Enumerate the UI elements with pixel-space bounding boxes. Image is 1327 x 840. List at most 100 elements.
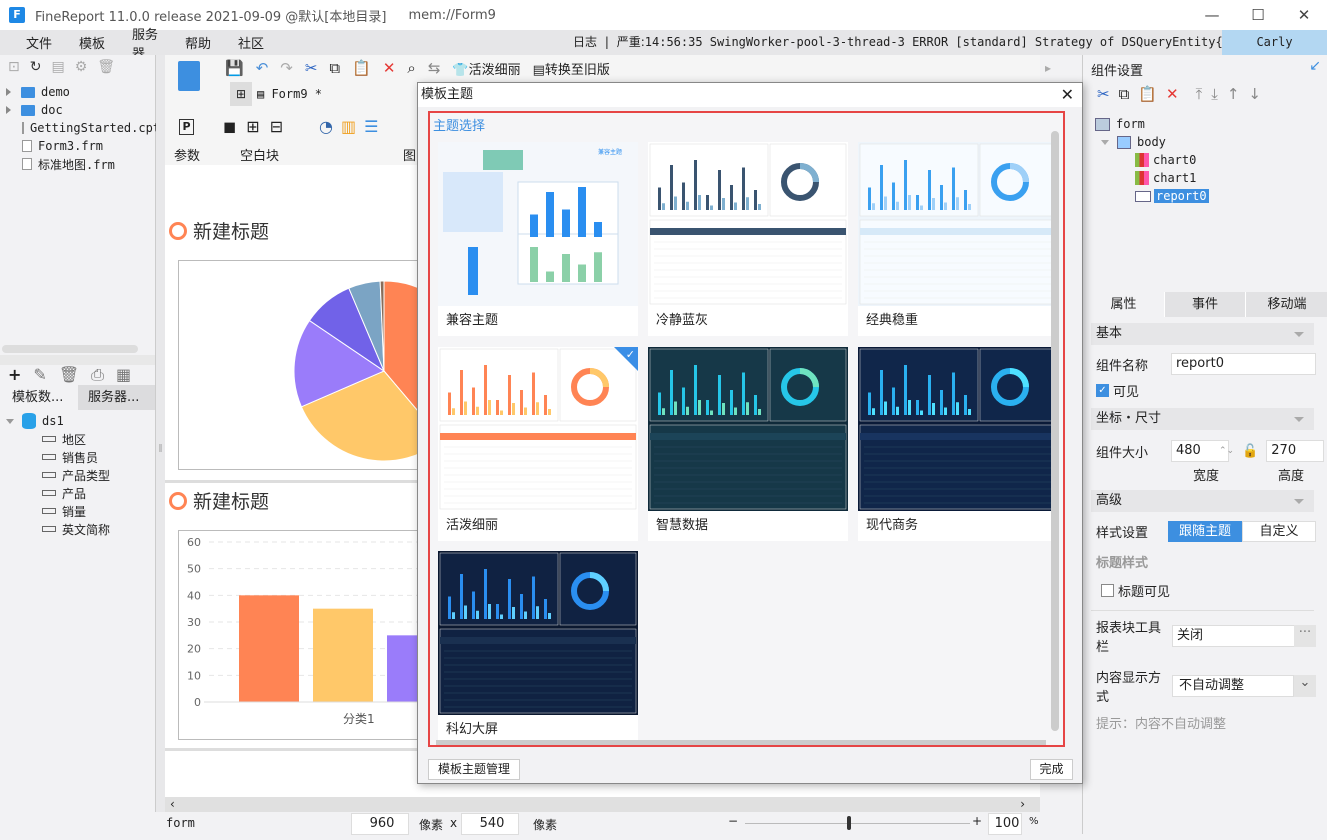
- dataset-settings-icon[interactable]: ▦: [116, 365, 143, 384]
- bar-chart-icon[interactable]: ▥: [341, 117, 364, 136]
- menu-template[interactable]: 模板: [53, 33, 106, 52]
- style-custom-button[interactable]: 自定义: [1242, 521, 1316, 542]
- tab-properties[interactable]: 属性: [1083, 292, 1164, 317]
- manage-themes-button[interactable]: 模板主题管理: [428, 759, 520, 780]
- preview-icon[interactable]: ⎙: [91, 365, 116, 384]
- copy-icon[interactable]: ⧉: [329, 59, 340, 77]
- maximize-button[interactable]: ☐: [1235, 0, 1281, 30]
- delete-icon[interactable]: ✕: [1166, 85, 1179, 103]
- theme-card[interactable]: 兼容主题 兼容主题: [438, 142, 638, 336]
- tab-server-data[interactable]: 服务器...: [78, 385, 155, 410]
- undo-icon[interactable]: ↶: [256, 59, 269, 77]
- lock-icon[interactable]: 🔓: [1242, 444, 1258, 459]
- tree-folder-demo[interactable]: demo: [0, 83, 155, 101]
- tree-node-form[interactable]: form: [1095, 115, 1209, 133]
- scroll-right-icon[interactable]: ›: [1020, 797, 1025, 811]
- delete-icon[interactable]: 🗑: [59, 365, 91, 384]
- chart0-pie[interactable]: [178, 260, 438, 470]
- title-visible-checkbox[interactable]: [1101, 584, 1114, 597]
- toolbar-more-button[interactable]: ···: [1294, 625, 1316, 647]
- tab-form9[interactable]: ▤ Form9 *: [257, 87, 322, 101]
- theme-card[interactable]: 经典稳重: [858, 142, 1058, 336]
- copy-icon[interactable]: ⧉: [1119, 85, 1130, 103]
- canvas-height-input[interactable]: 540: [461, 813, 519, 835]
- move-up-icon[interactable]: ↑: [1227, 85, 1240, 103]
- close-window-button[interactable]: ✕: [1281, 0, 1327, 30]
- move-top-icon[interactable]: ⤒: [1196, 85, 1203, 103]
- save-icon[interactable]: 💾: [225, 59, 244, 77]
- left-splitter[interactable]: ‖: [156, 55, 165, 812]
- edit-icon[interactable]: ✎: [33, 365, 58, 384]
- blank-block-icons[interactable]: ◼⊞⊟: [223, 117, 293, 136]
- dataset-field[interactable]: 销售员: [0, 448, 155, 466]
- template-preview-icon[interactable]: [178, 61, 200, 91]
- horizontal-scrollbar[interactable]: ‹ ›: [165, 797, 1040, 812]
- panel-splitter[interactable]: [0, 355, 155, 365]
- width-stepper[interactable]: ⌃⌄: [1219, 446, 1234, 456]
- dataset-field[interactable]: 产品类型: [0, 466, 155, 484]
- tree-node-report0[interactable]: report0: [1095, 187, 1209, 205]
- close-dialog-button[interactable]: ✕: [1061, 83, 1074, 107]
- tree-file[interactable]: Form3.frm: [0, 137, 155, 155]
- dataset-ds1[interactable]: ds1: [0, 412, 155, 430]
- scroll-left-icon[interactable]: ‹: [165, 797, 175, 811]
- tree-node-body[interactable]: body: [1095, 133, 1209, 151]
- dataset-field[interactable]: 产品: [0, 484, 155, 502]
- chevron-down-icon[interactable]: ⌄: [1294, 675, 1316, 697]
- display-mode-select[interactable]: 不自动调整: [1172, 675, 1294, 697]
- collapse-right-icon[interactable]: ▸: [1045, 61, 1051, 75]
- pie-chart-icon[interactable]: ◔: [319, 117, 341, 136]
- zoom-input[interactable]: 100: [988, 813, 1022, 835]
- tree-file[interactable]: GettingStarted.cpt: [0, 119, 160, 137]
- move-down-icon[interactable]: ↓: [1248, 85, 1261, 103]
- cut-icon[interactable]: ✂: [1097, 85, 1110, 103]
- section-position[interactable]: 坐标・尺寸: [1091, 408, 1314, 430]
- new-folder-icon[interactable]: ⊡: [8, 59, 30, 75]
- parameter-icon[interactable]: P: [179, 119, 194, 135]
- tab-events[interactable]: 事件: [1164, 292, 1245, 317]
- cut-icon[interactable]: ✂: [305, 59, 318, 77]
- user-account[interactable]: Carly: [1222, 30, 1327, 55]
- theme-card[interactable]: 智慧数据: [648, 347, 848, 541]
- delete-icon[interactable]: ✕: [383, 59, 396, 77]
- dataset-field[interactable]: 地区: [0, 430, 155, 448]
- zoom-out-button[interactable]: −: [728, 814, 738, 828]
- theme-card[interactable]: 科幻大屏: [438, 551, 638, 745]
- tab-template-data[interactable]: 模板数...: [0, 385, 78, 410]
- minimize-button[interactable]: —: [1189, 0, 1235, 30]
- visible-checkbox[interactable]: ✓: [1096, 384, 1109, 397]
- tab-mobile[interactable]: 移动端: [1245, 292, 1327, 317]
- tree-folder-doc[interactable]: doc: [0, 101, 155, 119]
- delete-icon[interactable]: 🗑: [97, 59, 125, 75]
- dataset-field[interactable]: 销量: [0, 502, 155, 520]
- menu-file[interactable]: 文件: [0, 33, 53, 52]
- horizontal-scrollbar[interactable]: [2, 345, 138, 353]
- tree-file[interactable]: 标准地图.frm: [0, 155, 155, 173]
- menu-help[interactable]: 帮助: [159, 33, 212, 52]
- theme-card[interactable]: 冷静蓝灰: [648, 142, 848, 336]
- move-bottom-icon[interactable]: ⤓: [1211, 85, 1218, 103]
- done-button[interactable]: 完成: [1030, 759, 1073, 780]
- refresh-icon[interactable]: ↻: [30, 59, 52, 75]
- theme-card[interactable]: ✓ 活泼细丽: [438, 347, 638, 541]
- widget-name-input[interactable]: report0: [1171, 353, 1316, 375]
- find-icon[interactable]: ⌕: [407, 59, 415, 77]
- log-bar[interactable]: 日志 | 严重:14:56:35 SwingWorker-pool-3-thre…: [573, 30, 1324, 55]
- height-input[interactable]: 270: [1266, 440, 1325, 462]
- convert-button[interactable]: ▤转换至旧版: [533, 59, 610, 78]
- zoom-slider[interactable]: [745, 823, 970, 824]
- zoom-in-button[interactable]: +: [972, 814, 982, 828]
- style-follow-theme-button[interactable]: 跟随主题: [1168, 521, 1242, 542]
- menu-community[interactable]: 社区: [212, 33, 265, 52]
- zoom-slider-handle[interactable]: [847, 816, 851, 830]
- vertical-scrollbar[interactable]: [1051, 131, 1059, 731]
- settings-icon[interactable]: ⚙: [75, 59, 98, 75]
- pin-icon[interactable]: ↙: [1309, 58, 1321, 74]
- horizontal-scrollbar[interactable]: [436, 740, 1046, 745]
- paste-icon[interactable]: 📋: [1138, 85, 1157, 103]
- dataset-field[interactable]: 英文简称: [0, 520, 155, 538]
- section-basic[interactable]: 基本: [1091, 323, 1314, 345]
- paste-icon[interactable]: 📋: [352, 59, 371, 77]
- redo-icon[interactable]: ↷: [280, 59, 293, 77]
- tree-node-chart1[interactable]: chart1: [1095, 169, 1209, 187]
